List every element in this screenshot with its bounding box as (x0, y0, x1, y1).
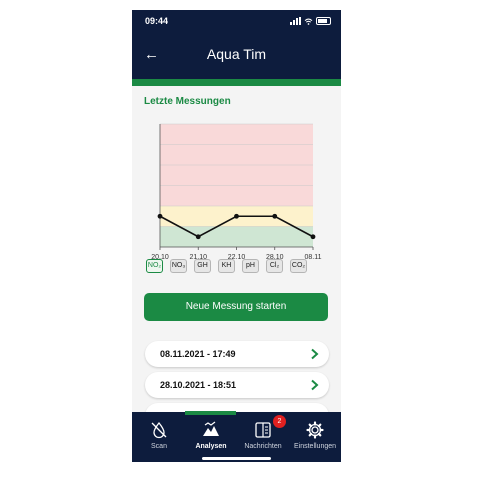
drop-icon (151, 421, 167, 439)
measurement-chart: 20.10 21.10 22.10 28.10 08.11 (151, 123, 322, 261)
data-point (195, 234, 201, 240)
status-bar: 09:44 (132, 10, 341, 34)
signal-icon (290, 17, 301, 25)
start-measurement-button[interactable]: Neue Messung starten (144, 293, 328, 321)
nav-label: Scan (151, 443, 167, 450)
nav-item-einstellungen[interactable]: Einstellungen (289, 414, 341, 458)
header-accent-stripe (132, 79, 341, 86)
nav-label: Analysen (195, 443, 227, 450)
notification-badge: 2 (273, 415, 286, 428)
parameter-chip[interactable]: Cl₂ (266, 259, 283, 273)
gear-icon (306, 421, 324, 439)
wifi-icon (304, 18, 313, 25)
app-bar: ← Aqua Tim (132, 34, 341, 79)
nav-label: Einstellungen (293, 443, 337, 450)
home-indicator (202, 457, 271, 460)
measurement-date: 28.10.2021 - 18:51 (160, 380, 237, 390)
parameter-selector: NO₂ NO₃ GH KH pH Cl₂ CO₂ (146, 259, 307, 273)
data-point (310, 234, 316, 240)
chevron-right-icon (311, 379, 319, 391)
nav-item-scan[interactable]: Scan (133, 414, 185, 458)
measurement-row[interactable]: 28.10.2021 - 18:51 (145, 372, 329, 398)
status-icons (290, 17, 331, 25)
document-icon (255, 422, 271, 438)
page-title: Aqua Tim (206, 46, 267, 62)
x-tick-label: 08.11 (305, 254, 322, 261)
chevron-right-icon (311, 348, 319, 360)
nav-label: Nachrichten (244, 443, 282, 450)
data-point (157, 213, 163, 219)
parameter-chip[interactable]: GH (194, 259, 211, 273)
parameter-chip[interactable]: CO₂ (290, 259, 307, 273)
data-point (234, 213, 239, 219)
section-title: Letzte Messungen (144, 96, 231, 107)
nav-item-analysen[interactable]: Analysen (185, 414, 237, 458)
parameter-chip[interactable]: KH (218, 259, 235, 273)
measurement-row[interactable]: 08.11.2021 - 17:49 (145, 341, 329, 367)
parameter-chip[interactable]: NO₂ (146, 259, 163, 273)
chart-zone (160, 226, 313, 247)
battery-icon (316, 17, 331, 25)
mountain-chart-icon (203, 421, 219, 436)
measurement-date: 08.11.2021 - 17:49 (160, 349, 236, 359)
phone-screen: 09:44 ← Aqua Tim Letzte Messungen 20.10 2… (132, 10, 341, 462)
parameter-chip[interactable]: pH (242, 259, 259, 273)
parameter-chip[interactable]: NO₃ (170, 259, 187, 273)
status-time: 09:44 (145, 16, 169, 26)
data-point (272, 213, 278, 219)
